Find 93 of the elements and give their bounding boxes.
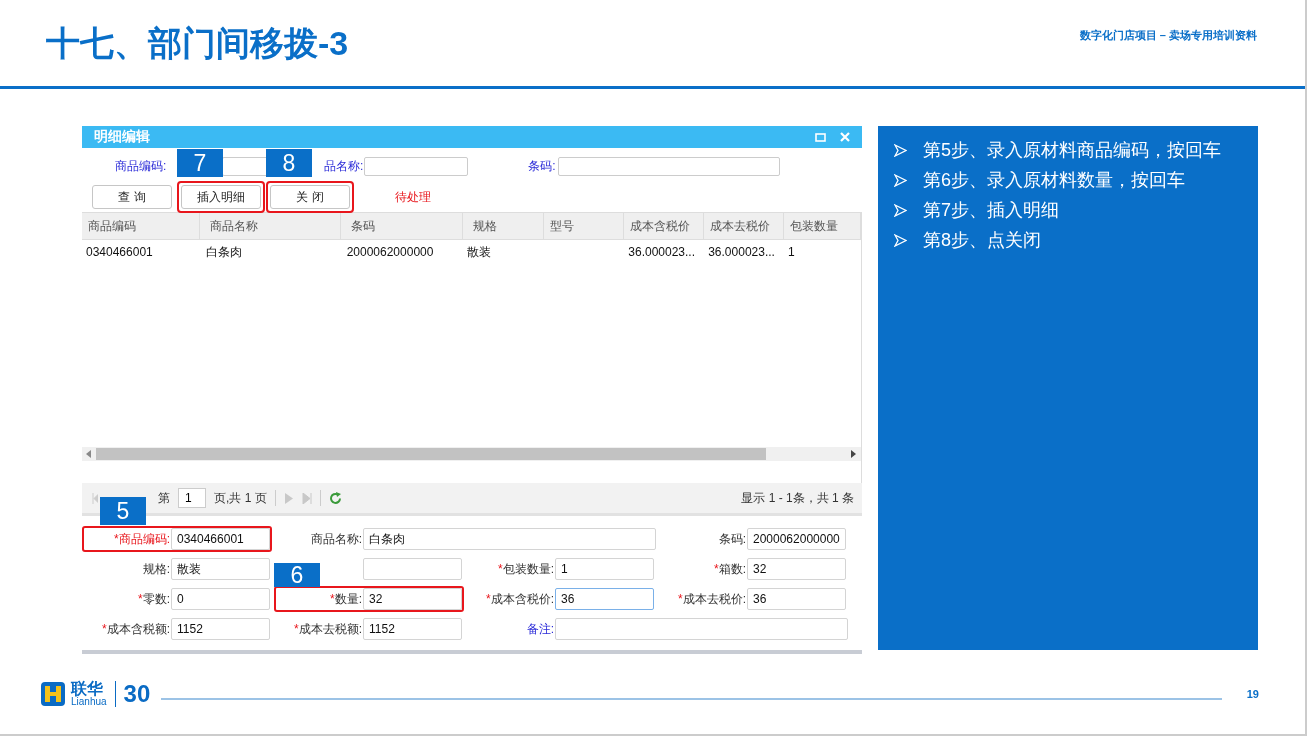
required-mark: *	[678, 591, 683, 606]
column-header[interactable]: 规格	[462, 213, 545, 239]
table-cell-text: 白条肉	[204, 243, 243, 261]
close-icon[interactable]	[840, 132, 850, 142]
field-label: 商品名称:	[310, 531, 362, 546]
form-field[interactable]: 1152	[171, 618, 270, 640]
table-cell-text: 散装	[465, 243, 492, 261]
form-field[interactable]: 1152	[363, 618, 462, 640]
arrow-bullet-icon	[894, 203, 907, 217]
field-label: 数量:	[334, 591, 362, 606]
window-title: 明细编辑	[94, 128, 150, 146]
anniversary-mark: 30	[123, 679, 151, 708]
required-mark: *	[102, 621, 107, 636]
arrow-bullet-icon	[894, 143, 907, 157]
form-field[interactable]: 0	[171, 588, 270, 610]
logo-icon	[40, 680, 66, 707]
step-number-badge: 8	[266, 149, 312, 177]
toolbar-button[interactable]: 插入明细	[181, 185, 261, 209]
brand-name: 联华	[71, 680, 103, 697]
next-page-icon[interactable]	[283, 492, 294, 504]
horizontal-scrollbar[interactable]	[82, 447, 861, 461]
toolbar-button[interactable]: 关 闭	[270, 185, 350, 209]
field-label: 成本去税额:	[298, 621, 362, 636]
column-header[interactable]: 商品编码	[82, 213, 200, 239]
field-label: 条码:	[718, 531, 746, 546]
filter-label: 商品编码:	[115, 157, 167, 175]
field-label: 箱数:	[718, 561, 746, 576]
pager-text: 第	[158, 489, 170, 507]
form-field[interactable]: 1	[555, 558, 654, 580]
page-field[interactable]: 1	[178, 488, 206, 508]
form-field[interactable]: 32	[363, 588, 462, 610]
field-label: 包装数量:	[502, 561, 554, 576]
column-header[interactable]: 条码	[340, 213, 463, 239]
form-field[interactable]: 散装	[171, 558, 270, 580]
step-number-badge: 7	[177, 149, 223, 177]
required-mark: *	[498, 561, 503, 576]
column-header[interactable]: 成本去税价	[704, 213, 785, 239]
last-page-icon[interactable]	[301, 492, 312, 504]
column-header[interactable]: 成本含税价	[624, 213, 705, 239]
column-header[interactable]: 包装数量	[784, 213, 861, 239]
form-field[interactable]: 2000062000000	[747, 528, 846, 550]
step-number-badge: 5	[100, 497, 146, 525]
filter-field[interactable]	[364, 156, 469, 176]
status-text: 待处理	[395, 188, 431, 206]
form-field[interactable]	[555, 618, 848, 640]
form-field[interactable]: 白条肉	[363, 528, 656, 550]
slide-subtitle: 数字化门店项目 – 卖场专用培训资料	[1079, 28, 1257, 43]
slide-title: 十七、部门间移拨-3	[46, 23, 349, 64]
refresh-icon[interactable]	[328, 491, 342, 505]
step-text: 第5步、录入原材料商品编码，按回车	[923, 139, 1221, 162]
required-mark: *	[714, 561, 719, 576]
form-field[interactable]: 36	[747, 588, 846, 610]
field-label: 零数:	[142, 591, 170, 606]
filter-label: 条码:	[528, 157, 556, 175]
toolbar-button[interactable]: 查 询	[92, 185, 172, 209]
form-field[interactable]	[363, 558, 462, 580]
page-number: 19	[1246, 687, 1259, 700]
table-cell-text: 2000062000000	[345, 244, 435, 261]
form-field[interactable]: 0340466001	[171, 528, 270, 550]
scroll-right-icon[interactable]	[851, 450, 857, 458]
maximize-icon[interactable]	[815, 132, 826, 142]
field-label: 成本去税价:	[682, 591, 746, 606]
field-label: 商品编码:	[118, 531, 170, 546]
table-cell-text: 1	[787, 244, 796, 261]
column-header[interactable]: 商品名称	[199, 213, 341, 239]
required-mark: *	[114, 531, 119, 546]
field-label: 备注:	[526, 621, 554, 636]
pager-text: 页,共 1 页	[214, 489, 267, 507]
form-field[interactable]: 32	[747, 558, 846, 580]
field-label: 成本含税额:	[106, 621, 170, 636]
arrow-bullet-icon	[894, 233, 907, 247]
required-mark: *	[330, 591, 335, 606]
form-field[interactable]: 36	[555, 588, 654, 610]
required-mark: *	[294, 621, 299, 636]
step-text: 第7步、插入明细	[923, 199, 1059, 222]
filter-field[interactable]	[557, 156, 780, 176]
brand-latin: Lianhua	[71, 696, 107, 707]
step-number-badge: 6	[274, 563, 320, 587]
first-page-icon[interactable]	[92, 492, 98, 504]
filter-label: 品名称:	[324, 157, 364, 175]
column-header[interactable]: 型号	[544, 213, 625, 239]
table-cell-text: 0340466001	[85, 244, 154, 261]
arrow-bullet-icon	[894, 173, 907, 187]
step-text: 第8步、点关闭	[923, 229, 1041, 252]
required-mark: *	[486, 591, 491, 606]
required-mark: *	[138, 591, 143, 606]
step-text: 第6步、录入原材料数量，按回车	[923, 169, 1185, 192]
table-cell-text: 36.000023...	[707, 244, 776, 261]
field-label: 规格:	[142, 561, 170, 576]
field-label: 成本含税价:	[490, 591, 554, 606]
scroll-left-icon[interactable]	[86, 450, 92, 458]
pager-summary: 显示 1 - 1条，共 1 条	[741, 489, 854, 507]
table-cell-text: 36.000023...	[627, 244, 696, 261]
